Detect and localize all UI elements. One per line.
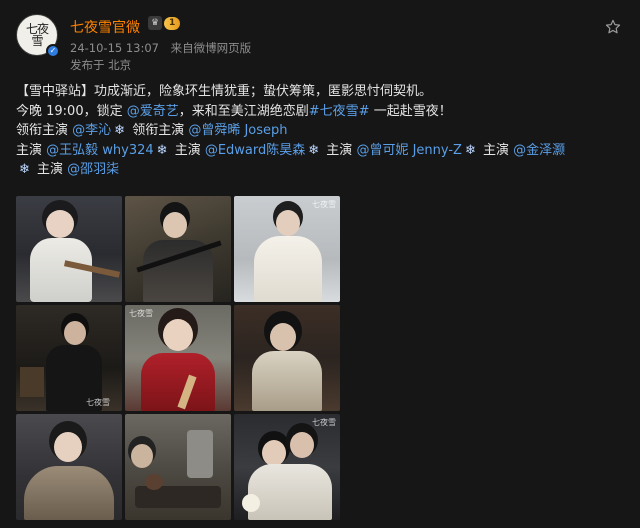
username-link[interactable]: 七夜雪官微 [70, 17, 140, 37]
body-text: 主演 [478, 142, 514, 158]
photo-9[interactable]: 七夜雪 [234, 414, 340, 520]
photo-watermark: 七夜雪 [86, 398, 110, 407]
photo-1[interactable] [16, 196, 122, 302]
body-text: 主演 [32, 162, 68, 177]
body-line-5: ❄ 主演 @邵羽柒 [16, 160, 628, 180]
photo-figure [276, 210, 300, 236]
photo-figure [20, 367, 44, 397]
photo-figure [262, 440, 286, 466]
photo-figure [187, 430, 213, 478]
snowflake-icon: ❄ [156, 142, 168, 158]
photo-figure [290, 432, 314, 458]
level-badge[interactable]: 1 [164, 16, 181, 30]
body-line-1: 【雪中驿站】功成渐近，险象环生情犹重；蛰伏筹策，匿影思忖伺契机。 [16, 82, 628, 102]
image-grid: 七夜雪 七夜雪 七夜雪 七夜雪 [16, 196, 340, 520]
post-timestamp[interactable]: 24-10-15 13:07 [70, 41, 159, 55]
photo-4[interactable]: 七夜雪 [16, 305, 122, 411]
photo-figure [131, 444, 153, 468]
body-line-4: 主演 @王弘毅 why324 ❄ 主演 @Edward陈昊森 ❄ 主演 @曾可妮 J… [16, 141, 628, 161]
body-text: 主演 [170, 142, 205, 158]
post-location: 发布于 北京 [70, 58, 132, 72]
snowflake-icon: ❄ [114, 123, 126, 138]
user-badges: ♛ 1 [148, 16, 181, 30]
photo-7[interactable] [16, 414, 122, 520]
body-text: 【雪中驿站】功成渐近，险象环生情犹重；蛰伏筹策，匿影思忖伺契机。 [16, 84, 433, 99]
photo-figure [46, 210, 74, 238]
mention-zengshunxi[interactable]: @曾舜晞 Joseph [188, 123, 287, 138]
post-body: 【雪中驿站】功成渐近，险象环生情犹重；蛰伏筹策，匿影思忖伺契机。 今晚 19:0… [16, 82, 628, 180]
snowflake-icon: ❄ [19, 162, 30, 177]
snowflake-icon: ❄ [308, 142, 320, 158]
photo-figure [248, 464, 332, 520]
photo-6[interactable] [234, 305, 340, 411]
body-text: 今晚 19:00，锁定 [16, 103, 127, 119]
hashtag-qiyexue[interactable]: #七夜雪# [309, 104, 370, 119]
post-source: 来自微博网页版 [170, 41, 252, 55]
body-text: ，来和至美江湖绝恋剧 [178, 103, 309, 119]
body-text: 主演 [322, 142, 357, 158]
photo-figure [64, 321, 86, 345]
mention-chenhaosen[interactable]: @Edward陈昊森 [205, 143, 305, 158]
star-outline-icon[interactable] [604, 18, 622, 36]
photo-watermark: 七夜雪 [312, 200, 336, 209]
mention-wanghongyi[interactable]: @王弘毅 why324 [46, 143, 154, 158]
photo-figure [135, 486, 221, 508]
body-text: 领衔主演 [128, 123, 189, 138]
body-text: 一起赴雪夜！ [369, 103, 452, 119]
mention-iqiyi[interactable]: @爱奇艺 [127, 104, 179, 119]
photo-figure [163, 212, 187, 238]
snowflake-icon: ❄ [464, 142, 476, 158]
photo-watermark: 七夜雪 [312, 418, 336, 427]
mention-jinzehao[interactable]: @金泽灏 [513, 143, 565, 158]
photo-figure [270, 323, 296, 351]
verified-icon: ✓ [46, 44, 60, 58]
post-meta: 24-10-15 13:07 来自微博网页版 [70, 40, 251, 56]
mention-liqin[interactable]: @李沁 [72, 123, 111, 138]
photo-8[interactable] [125, 414, 231, 520]
photo-watermark: 七夜雪 [129, 309, 153, 318]
photo-figure [24, 466, 114, 520]
body-text: 领衔主演 [16, 123, 73, 138]
photo-figure [242, 494, 260, 512]
body-line-2: 今晚 19:00，锁定 @爱奇艺，来和至美江湖绝恋剧#七夜雪# 一起赴雪夜！ [16, 102, 628, 122]
photo-figure [163, 319, 193, 351]
mention-shaoyuqi[interactable]: @邵羽柒 [67, 162, 119, 177]
weibo-post-card: 七夜雪 ✓ 七夜雪官微 ♛ 1 24-10-15 13:07 来自微博网页版 发… [0, 0, 640, 528]
photo-5[interactable]: 七夜雪 [125, 305, 231, 411]
crown-icon[interactable]: ♛ [148, 16, 162, 30]
photo-figure [252, 351, 322, 411]
mention-zengkeni[interactable]: @曾可妮 Jenny-Z [356, 143, 462, 158]
avatar-logo-text: 七夜雪 [25, 22, 49, 48]
body-text: 主演 [16, 142, 47, 158]
photo-3[interactable]: 七夜雪 [234, 196, 340, 302]
photo-figure [54, 432, 82, 462]
photo-figure [254, 236, 322, 302]
body-line-3: 领衔主演 @李沁 ❄ 领衔主演 @曾舜晞 Joseph [16, 121, 628, 141]
photo-2[interactable] [125, 196, 231, 302]
photo-figure [145, 474, 163, 490]
